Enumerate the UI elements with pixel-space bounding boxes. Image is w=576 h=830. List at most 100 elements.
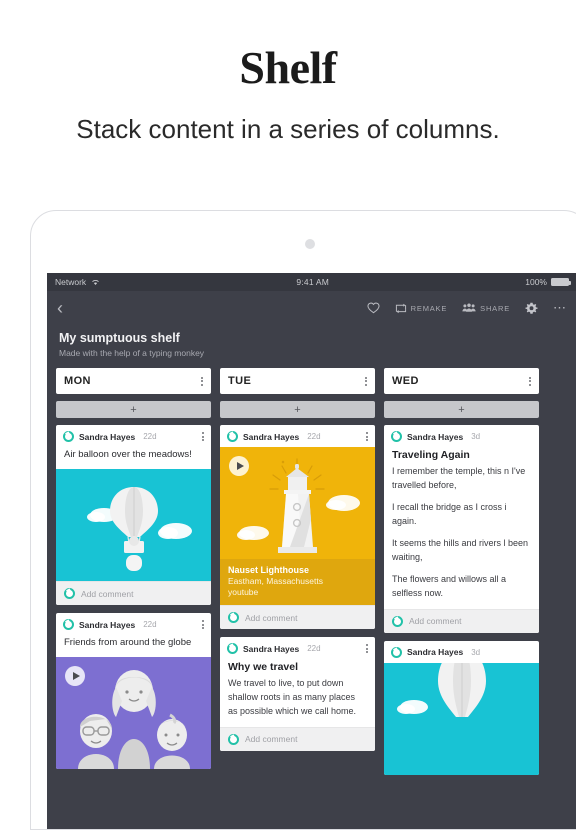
app-toolbar: ‹ REMAKE SHARE ⋯ (47, 291, 576, 325)
card-header: Sandra Hayes 22d (56, 425, 211, 447)
card-menu-button[interactable] (366, 644, 368, 653)
caption-source: youtube (228, 587, 259, 597)
column-title: MON (64, 375, 91, 387)
card-age: 22d (143, 620, 157, 629)
remake-label: REMAKE (410, 303, 448, 313)
avatar (227, 643, 238, 654)
battery-full-icon (551, 278, 571, 286)
add-comment-placeholder: Add comment (245, 612, 298, 623)
card-author: Sandra Hayes (79, 431, 136, 442)
card-menu-button[interactable] (202, 432, 204, 441)
card[interactable]: Sandra Hayes 22d Nauset Lighthouse Easth… (220, 425, 375, 629)
add-comment-field[interactable]: Add comment (220, 605, 375, 629)
column-menu-button[interactable] (365, 376, 367, 386)
remake-button[interactable]: REMAKE (395, 303, 447, 314)
shelf-subtitle: Made with the help of a typing monkey (59, 348, 205, 358)
avatar (64, 588, 75, 599)
shelf-header: My sumptuous shelf Made with the help of… (47, 325, 576, 368)
add-comment-field[interactable]: Add comment (56, 581, 211, 605)
card-paragraph: The flowers and willows all a selfless n… (392, 573, 507, 598)
add-comment-field[interactable]: Add comment (384, 608, 539, 633)
card-menu-button[interactable] (366, 432, 368, 441)
repeat-icon (395, 303, 406, 313)
add-card-button[interactable]: + (384, 401, 539, 418)
heart-outline-icon (367, 302, 380, 314)
add-card-button[interactable]: + (220, 401, 375, 418)
card-text: Air balloon over the meadows! (64, 449, 192, 460)
card-body: We travel to live, to put down shallow r… (220, 677, 375, 727)
card[interactable]: Sandra Hayes 3d Traveling Again I rememb… (384, 425, 539, 633)
settings-button[interactable] (525, 302, 538, 315)
battery-percent-label: 100% (525, 277, 547, 287)
toolbar-actions: REMAKE SHARE ⋯ (367, 300, 567, 316)
card-heading: Why we travel (228, 661, 299, 673)
column-header[interactable]: WED (384, 368, 539, 394)
card-text: Friends from around the globe (64, 637, 192, 648)
column-mon: MON + Sandra Hayes 22d Air balloon over … (56, 368, 211, 778)
card-author: Sandra Hayes (243, 431, 300, 442)
avatar (228, 612, 239, 623)
share-label: SHARE (480, 303, 510, 313)
card[interactable]: Sandra Hayes 22d Why we travel We travel… (220, 637, 375, 751)
card-body: I remember the temple, this n I've trave… (384, 465, 539, 609)
card-author: Sandra Hayes (407, 431, 464, 442)
card-age: 22d (143, 432, 157, 441)
gear-icon (525, 302, 538, 314)
carrier-label: Network (55, 277, 87, 287)
avatar (391, 431, 402, 442)
device-screen: Network 9:41 AM 100% ‹ REMAKE SHARE ⋯ My… (47, 273, 576, 829)
card-author: Sandra Hayes (407, 647, 464, 657)
column-title: TUE (228, 375, 252, 387)
caption-place: Eastham, Massachusetts (228, 576, 323, 586)
column-menu-button[interactable] (529, 376, 531, 386)
card-header: Sandra Hayes 22d (220, 637, 375, 659)
card-age: 22d (307, 432, 321, 441)
share-button[interactable]: SHARE (462, 303, 510, 313)
add-comment-placeholder: Add comment (245, 734, 298, 745)
hot-air-balloon-illustration (56, 469, 211, 581)
card-paragraph: It seems the hills and rivers l been wai… (392, 537, 529, 562)
add-comment-placeholder: Add comment (409, 616, 462, 626)
add-card-button[interactable]: + (56, 401, 211, 418)
column-header[interactable]: MON (56, 368, 211, 394)
column-cards: Sandra Hayes 3d Traveling Again I rememb… (384, 425, 539, 775)
front-camera-icon (305, 239, 315, 249)
card-paragraph: We travel to live, to put down shallow r… (228, 678, 357, 716)
clock-label: 9:41 AM (296, 277, 330, 287)
shelf-title: My sumptuous shelf (59, 331, 180, 345)
column-menu-button[interactable] (201, 376, 203, 386)
card[interactable]: Sandra Hayes 22d Air balloon over the me… (56, 425, 211, 605)
card-age: 22d (307, 644, 321, 653)
media-caption: Nauset Lighthouse Eastham, Massachusetts… (220, 559, 375, 605)
like-button[interactable] (367, 302, 380, 314)
avatar (391, 646, 402, 658)
back-button[interactable]: ‹ (57, 299, 63, 317)
play-button[interactable] (229, 456, 249, 476)
card-age: 3d (471, 647, 481, 657)
card-author: Sandra Hayes (243, 643, 300, 654)
hot-air-balloon-illustration (384, 662, 539, 775)
column-tue: TUE + Sandra Hayes 22d Nauset Lighthouse… (220, 368, 375, 778)
status-bar-right: 100% (525, 277, 571, 287)
column-header[interactable]: TUE (220, 368, 375, 394)
avatar (63, 431, 74, 442)
avatar (228, 733, 239, 745)
column-cards: Sandra Hayes 22d Nauset Lighthouse Easth… (220, 425, 375, 751)
avatar (63, 619, 74, 630)
play-button[interactable] (65, 666, 85, 686)
promo-header: Shelf Stack content in a series of colum… (0, 0, 576, 147)
wifi-icon (92, 280, 99, 285)
status-bar: Network 9:41 AM 100% (47, 273, 576, 291)
card-header: Sandra Hayes 3d (384, 641, 539, 663)
card-author: Sandra Hayes (79, 619, 136, 630)
column-cards: Sandra Hayes 22d Air balloon over the me… (56, 425, 211, 769)
three-friends-illustration (56, 657, 211, 769)
card[interactable]: Sandra Hayes 22d Friends from around the… (56, 613, 211, 769)
more-options-button[interactable]: ⋯ (553, 300, 567, 316)
promo-title: Shelf (239, 42, 337, 93)
card[interactable]: Sandra Hayes 3d (384, 640, 539, 775)
avatar (392, 615, 403, 627)
card-menu-button[interactable] (202, 620, 204, 629)
add-comment-field[interactable]: Add comment (220, 726, 375, 751)
card-paragraph: I recall the bridge as I cross i again. (392, 501, 507, 526)
